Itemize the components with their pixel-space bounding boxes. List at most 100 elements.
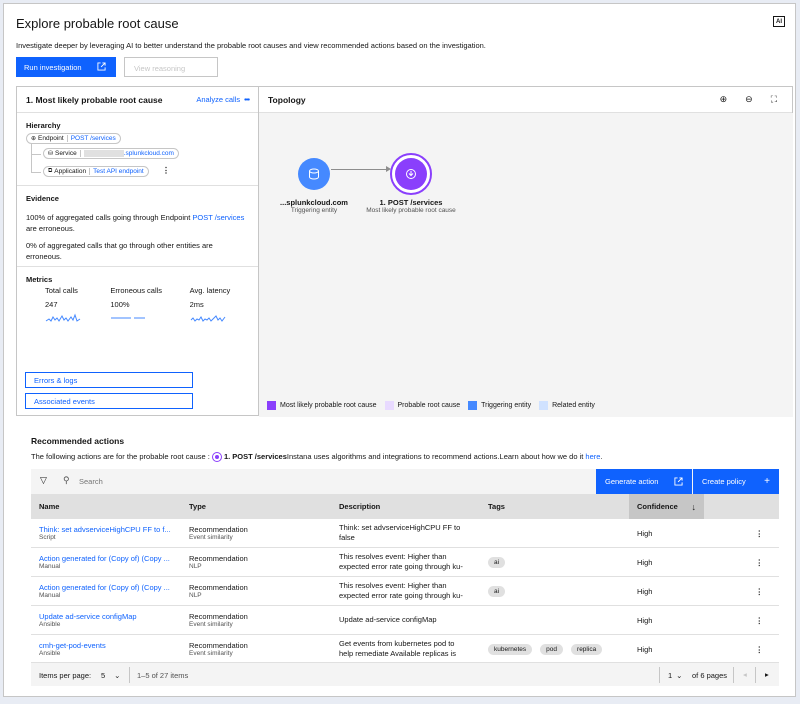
rec-sub-text: . (600, 452, 603, 461)
column-description[interactable]: Description (331, 494, 480, 519)
evidence-endpoint-link[interactable]: POST /services (192, 213, 244, 222)
legend-label: Triggering entity (481, 402, 532, 409)
page-select[interactable]: 1 ⌄ (668, 671, 682, 680)
pager-divider (733, 667, 734, 683)
description-text: Update ad-service configMap (339, 615, 437, 624)
cell-name: cmh-get-pod-events Ansible (31, 635, 181, 663)
cell-name: Action generated for (Copy of) (Copy ...… (31, 548, 181, 576)
node-sub: Triggering entity (290, 207, 338, 214)
action-name-link[interactable]: Think: set advserviceHighCPU FF to f... (39, 525, 181, 534)
hierarchy-application-tag[interactable]: ⧉ Application Test API endpoint (43, 166, 149, 177)
action-name-link[interactable]: Action generated for (Copy of) (Copy ... (39, 583, 181, 592)
ai-badge: AI (773, 16, 785, 27)
create-policy-button[interactable]: Create policy + (693, 469, 779, 494)
action-name-link[interactable]: Update ad-service configMap (39, 612, 181, 621)
rec-sub-text: Instana uses algorithms and integrations… (286, 452, 586, 461)
recommended-actions-table: Name Type Description Tags Confidence ↓ … (31, 494, 779, 664)
confidence-text: High (637, 528, 653, 538)
action-kind: Script (39, 534, 56, 541)
root-cause-panel: 1. Most likely probable root cause Analy… (16, 86, 259, 416)
next-page-icon[interactable]: ▸ (765, 670, 769, 679)
analyze-calls-link[interactable]: Analyze calls (196, 95, 240, 104)
kebab-icon[interactable]: ⋮ (162, 166, 170, 175)
row-overflow-icon[interactable]: ⋮ (704, 606, 779, 634)
view-reasoning-button[interactable]: View reasoning (124, 57, 218, 77)
column-confidence[interactable]: Confidence ↓ (629, 494, 704, 519)
tag-pill: pod (540, 643, 564, 655)
evidence-section: Evidence 100% of aggregated calls going … (17, 186, 258, 266)
cell-description: Update ad-service configMap (331, 606, 480, 634)
tag-pill: ai (488, 556, 506, 568)
endpoint-label: Endpoint (38, 135, 64, 142)
confidence-text: High (637, 586, 653, 596)
evidence-text: are erroneous. (26, 224, 75, 233)
action-name-link[interactable]: Action generated for (Copy of) (Copy ... (39, 554, 181, 563)
metric-erroneous-calls: Erroneous calls 100% (110, 286, 189, 325)
run-investigation-button[interactable]: Run investigation (16, 57, 116, 77)
hierarchy-section: Hierarchy ⊕ Endpoint POST /services ⛁ Se… (17, 113, 258, 185)
zoom-out-icon[interactable]: ⊖ (745, 94, 753, 105)
filter-icon[interactable]: ▽ (40, 475, 47, 486)
root-cause-node-label: 1. POST /services Most likely probable r… (351, 198, 471, 214)
overflow-menu-icon[interactable]: ••• (244, 95, 250, 104)
search-input[interactable] (79, 474, 279, 489)
create-policy-label: Create policy (702, 477, 746, 486)
cell-tags: kubernetes pod replica (480, 635, 629, 663)
hierarchy-endpoint-tag[interactable]: ⊕ Endpoint POST /services (26, 133, 121, 144)
column-type[interactable]: Type (181, 494, 331, 519)
redacted-block (83, 149, 124, 157)
column-tags[interactable]: Tags (480, 494, 629, 519)
triggering-node[interactable] (298, 158, 330, 190)
row-overflow-icon[interactable]: ⋮ (704, 577, 779, 605)
hierarchy-title: Hierarchy (26, 121, 61, 130)
learn-more-link[interactable]: here (585, 452, 600, 461)
description-text: This resolves event: Higher than expecte… (339, 552, 463, 571)
evidence-title: Evidence (26, 194, 59, 203)
cell-tags (480, 606, 629, 634)
hierarchy-service-tag[interactable]: ⛁ Service .splunkcloud.com (43, 148, 179, 159)
legend-label: Probable root cause (397, 402, 461, 409)
action-kind: Manual (39, 563, 61, 570)
application-icon: ⧉ (48, 168, 53, 174)
topology-panel: Topology ⊕ ⊖ ⛶ ...splunkcloud.com Trigge… (259, 86, 793, 417)
errors-logs-button[interactable]: Errors & logs (25, 372, 193, 388)
run-investigation-label: Run investigation (24, 62, 82, 72)
cell-description: This resolves event: Higher than expecte… (331, 577, 480, 605)
table-row[interactable]: Action generated for (Copy of) (Copy ...… (31, 548, 779, 577)
table-row[interactable]: Update ad-service configMap Ansible Reco… (31, 606, 779, 635)
table-row[interactable]: Action generated for (Copy of) (Copy ...… (31, 577, 779, 606)
triggering-node-label: ...splunkcloud.com Triggering entity (264, 198, 364, 214)
table-row[interactable]: cmh-get-pod-events Ansible Recommendatio… (31, 635, 779, 664)
type-sub: Event similarity (189, 621, 233, 628)
metrics-section: Metrics Total calls 247 Erroneous calls … (17, 267, 258, 355)
type-sub: Event similarity (189, 650, 233, 657)
table-row[interactable]: Think: set advserviceHighCPU FF to f... … (31, 519, 779, 548)
type-text: Recommendation (189, 554, 248, 563)
node-name: ...splunkcloud.com (280, 198, 348, 207)
action-name-link[interactable]: cmh-get-pod-events (39, 641, 181, 650)
legend-item: Related entity (539, 401, 595, 410)
column-name[interactable]: Name (31, 494, 181, 519)
zoom-in-icon[interactable]: ⊕ (720, 94, 728, 105)
row-overflow-icon[interactable]: ⋮ (704, 519, 779, 547)
page-title: Explore probable root cause (16, 16, 179, 31)
metric-label: Erroneous calls (110, 286, 163, 295)
root-cause-node[interactable] (390, 153, 432, 195)
column-confidence-label: Confidence (637, 502, 678, 511)
pager-divider (755, 667, 756, 683)
row-overflow-icon[interactable]: ⋮ (704, 548, 779, 576)
metric-value: 100% (110, 300, 130, 309)
service-icon: ⛁ (48, 151, 54, 157)
generate-action-button[interactable]: Generate action (596, 469, 692, 494)
prev-page-icon[interactable]: ◂ (743, 670, 747, 679)
fit-to-screen-icon[interactable]: ⛶ (771, 94, 777, 105)
type-text: Recommendation (189, 583, 248, 592)
items-per-page-select[interactable]: 5 ⌄ (101, 671, 120, 680)
cell-name: Think: set advserviceHighCPU FF to f... … (31, 519, 181, 547)
root-cause-title: 1. Most likely probable root cause (26, 94, 163, 105)
avg-latency-sparkline (190, 315, 225, 322)
associated-events-button[interactable]: Associated events (25, 393, 193, 409)
search-icon: ⚲ (63, 475, 70, 485)
row-overflow-icon[interactable]: ⋮ (704, 635, 779, 663)
legend-label: Related entity (552, 402, 595, 409)
